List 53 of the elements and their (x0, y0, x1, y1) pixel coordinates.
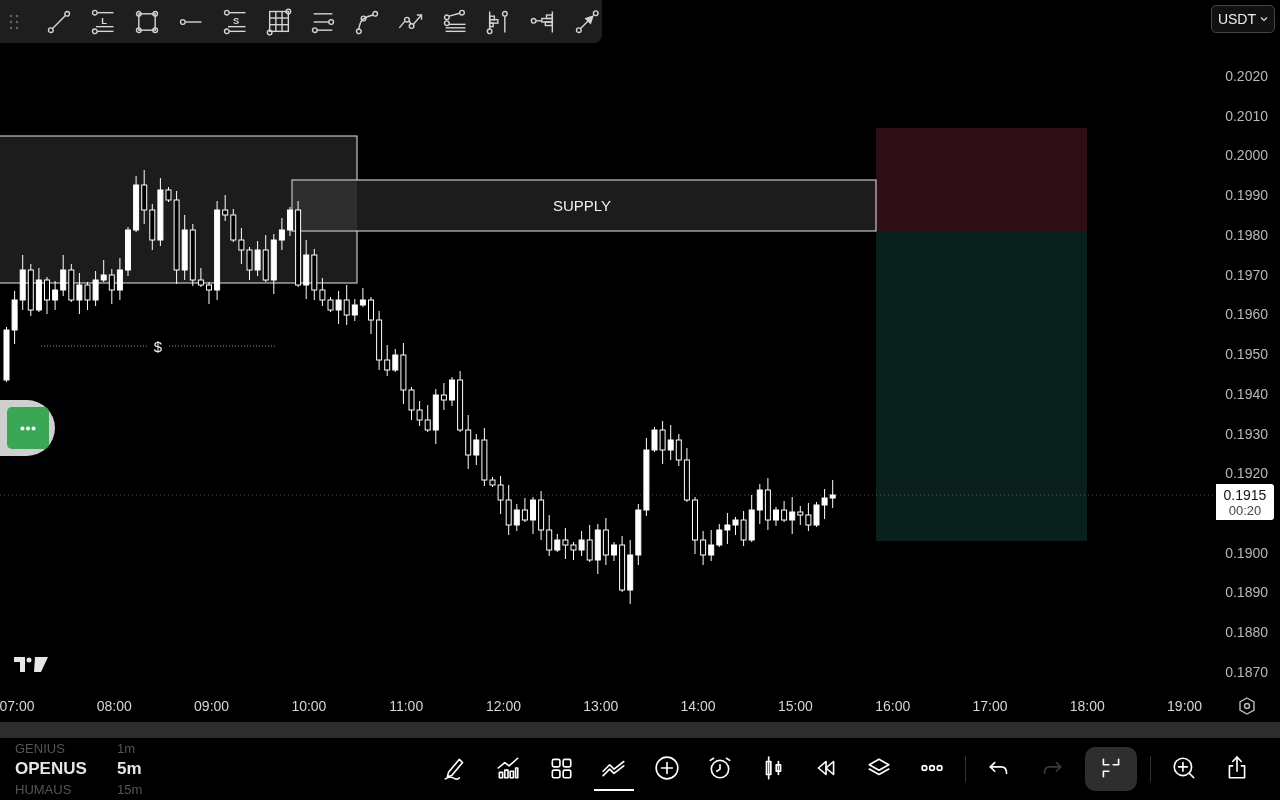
current-price: 0.1915 (1223, 486, 1267, 503)
candle (692, 496, 698, 555)
symbol-row[interactable]: OPENUS 5m (15, 757, 435, 781)
candle (125, 226, 131, 277)
time-label: 14:00 (680, 698, 716, 714)
price-label: 0.1900 (1225, 544, 1268, 561)
candle (368, 296, 374, 335)
countdown: 00:20 (1228, 502, 1262, 518)
candle (287, 206, 293, 237)
candle (44, 276, 50, 315)
chevron-icon (1260, 16, 1268, 22)
time-label: 09:00 (194, 698, 230, 714)
time-label: 13:00 (583, 698, 619, 714)
price-label: 0.2000 (1225, 147, 1268, 164)
liquidity-label: $ (153, 338, 163, 355)
price-label: 0.1960 (1225, 306, 1268, 323)
price-label: 0.1990 (1225, 187, 1268, 204)
compare-button[interactable] (1085, 747, 1137, 791)
price-label: 0.1890 (1225, 584, 1268, 601)
price-label: 0.1880 (1225, 624, 1268, 641)
price-label: 0.1950 (1225, 346, 1268, 363)
time-label: 15:00 (777, 698, 813, 714)
price-label: 0.1930 (1225, 425, 1268, 442)
logo-icon (14, 657, 48, 672)
price-label: 0.1920 (1225, 465, 1268, 482)
drag-handle-icon[interactable] (9, 12, 19, 31)
time-label: 18:00 (1069, 698, 1105, 714)
supply-label: SUPPLY (552, 197, 612, 214)
price-label: 0.1870 (1225, 663, 1268, 680)
candle (611, 541, 617, 562)
price-label: 0.1980 (1225, 226, 1268, 243)
time-label: 10:00 (291, 698, 327, 714)
time-label: 07:00 (0, 698, 35, 714)
arrow-icon[interactable] (573, 7, 601, 36)
price-label: 0.2010 (1225, 107, 1268, 124)
time-label: 17:00 (972, 698, 1008, 714)
candle (206, 281, 212, 305)
time-label: 19:00 (1167, 698, 1203, 714)
time-label: 16:00 (875, 698, 911, 714)
price-label: 0.1940 (1225, 385, 1268, 402)
candle (449, 376, 455, 407)
price-label: 0.2020 (1225, 68, 1268, 84)
settings-icon[interactable] (1239, 697, 1255, 715)
candle (530, 496, 536, 535)
price-label: 0.1970 (1225, 266, 1268, 283)
currency-dropdown[interactable]: USDT (1210, 5, 1275, 33)
more-icon (20, 425, 36, 431)
grid-icon[interactable] (265, 7, 293, 36)
zone-overlap (293, 181, 357, 230)
time-label: 08:00 (96, 698, 132, 714)
candle (773, 506, 779, 527)
time-label: 12:00 (486, 698, 521, 714)
time-label: 11:00 (389, 698, 424, 714)
